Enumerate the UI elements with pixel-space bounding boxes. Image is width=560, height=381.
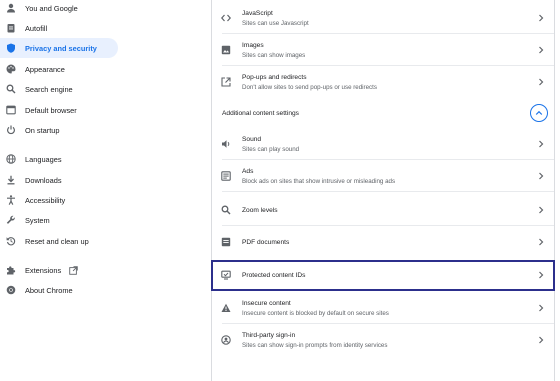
setting-row-javascript[interactable]: JavaScript Sites can use Javascript bbox=[212, 2, 554, 34]
sidebar-item-about-chrome[interactable]: About Chrome bbox=[0, 280, 118, 300]
settings-sidebar: You and Google Autofill Privacy and secu… bbox=[0, 0, 205, 381]
setting-row-pop-ups-and-redirects[interactable]: Pop-ups and redirects Don't allow sites … bbox=[212, 66, 554, 98]
pdf-icon bbox=[221, 237, 231, 247]
collapse-button[interactable] bbox=[530, 104, 548, 122]
chevron-right-icon bbox=[538, 304, 544, 312]
setting-subtitle: Insecure content is blocked by default o… bbox=[242, 310, 389, 317]
setting-row-third-party-sign-in[interactable]: Third-party sign-in Sites can show sign-… bbox=[212, 324, 554, 356]
zoom-icon bbox=[221, 205, 231, 215]
accessibility-icon bbox=[6, 195, 16, 205]
sidebar-item-search-engine[interactable]: Search engine bbox=[0, 79, 118, 99]
sidebar-item-downloads[interactable]: Downloads bbox=[0, 170, 118, 190]
sidebar-item-label: Downloads bbox=[25, 175, 62, 185]
sidebar-item-label: Extensions bbox=[25, 265, 62, 275]
setting-row-pdf-documents[interactable]: PDF documents bbox=[212, 226, 554, 258]
sidebar-item-on-startup[interactable]: On startup bbox=[0, 120, 118, 140]
chevron-right-icon bbox=[538, 140, 544, 148]
code-icon bbox=[221, 13, 231, 23]
sidebar-item-appearance[interactable]: Appearance bbox=[0, 59, 118, 79]
ads-icon bbox=[221, 171, 231, 181]
sidebar-item-label: Privacy and security bbox=[25, 43, 97, 53]
sidebar-item-label: About Chrome bbox=[25, 285, 73, 295]
sidebar-item-label: Autofill bbox=[25, 23, 48, 33]
chevron-right-icon bbox=[538, 172, 544, 180]
section-title: Additional content settings bbox=[222, 110, 299, 117]
setting-title: Ads bbox=[242, 168, 254, 175]
sidebar-item-label: Default browser bbox=[25, 105, 77, 115]
open-in-new-icon[interactable] bbox=[69, 266, 78, 275]
puzzle-icon bbox=[6, 265, 16, 275]
sidebar-item-default-browser[interactable]: Default browser bbox=[0, 100, 118, 120]
sidebar-item-label: Reset and clean up bbox=[25, 236, 89, 246]
setting-title: Protected content IDs bbox=[242, 272, 306, 279]
sidebar-item-you-and-google[interactable]: You and Google bbox=[0, 0, 118, 18]
setting-subtitle: Block ads on sites that show intrusive o… bbox=[242, 178, 396, 185]
chevron-up-icon bbox=[535, 110, 543, 115]
chevron-right-icon bbox=[538, 271, 544, 279]
sidebar-item-label: Languages bbox=[25, 154, 62, 164]
setting-title: Zoom levels bbox=[242, 207, 278, 214]
setting-row-images[interactable]: Images Sites can show images bbox=[212, 34, 554, 66]
chrome-icon bbox=[6, 285, 16, 295]
setting-title: Insecure content bbox=[242, 300, 291, 307]
setting-title: Third-party sign-in bbox=[242, 332, 296, 339]
setting-title: Sound bbox=[242, 136, 262, 143]
download-icon bbox=[6, 175, 16, 185]
reset-icon bbox=[6, 236, 16, 246]
chevron-right-icon bbox=[538, 14, 544, 22]
globe-icon bbox=[6, 154, 16, 164]
image-icon bbox=[221, 45, 231, 55]
setting-row-ads[interactable]: Ads Block ads on sites that show intrusi… bbox=[212, 160, 554, 192]
sidebar-item-extensions[interactable]: Extensions bbox=[0, 260, 118, 280]
setting-subtitle: Sites can use Javascript bbox=[242, 20, 309, 27]
sidebar-item-label: Search engine bbox=[25, 84, 73, 94]
popup-icon bbox=[221, 77, 231, 87]
setting-subtitle: Sites can show images bbox=[242, 52, 306, 59]
power-icon bbox=[6, 125, 16, 135]
search-icon bbox=[6, 84, 16, 94]
sidebar-item-accessibility[interactable]: Accessibility bbox=[0, 190, 118, 210]
setting-row-sound[interactable]: Sound Sites can play sound bbox=[212, 128, 554, 160]
setting-title: PDF documents bbox=[242, 239, 290, 246]
speaker-icon bbox=[221, 139, 231, 149]
sidebar-item-label: Appearance bbox=[25, 64, 65, 74]
setting-title: Images bbox=[242, 42, 264, 49]
sidebar-item-reset-and-clean-up[interactable]: Reset and clean up bbox=[0, 231, 118, 251]
setting-subtitle: Sites can show sign-in prompts from iden… bbox=[242, 342, 388, 349]
sidebar-item-label: On startup bbox=[25, 125, 60, 135]
sidebar-item-label: You and Google bbox=[25, 3, 78, 13]
sidebar-item-privacy-and-security[interactable]: Privacy and security bbox=[0, 38, 118, 58]
protected-content-icon bbox=[221, 270, 231, 280]
browser-icon bbox=[6, 105, 16, 115]
content-settings-card: JavaScript Sites can use Javascript Imag… bbox=[211, 0, 555, 381]
sidebar-item-label: System bbox=[25, 215, 50, 225]
palette-icon bbox=[6, 64, 16, 74]
clipboard-icon bbox=[6, 23, 16, 33]
sidebar-item-system[interactable]: System bbox=[0, 210, 118, 230]
chevron-right-icon bbox=[538, 238, 544, 246]
additional-content-settings-header[interactable]: Additional content settings bbox=[212, 100, 554, 128]
setting-title: Pop-ups and redirects bbox=[242, 74, 307, 81]
sidebar-item-label: Accessibility bbox=[25, 195, 66, 205]
shield-icon bbox=[6, 43, 16, 53]
person-icon bbox=[6, 3, 16, 13]
sidebar-item-languages[interactable]: Languages bbox=[0, 149, 118, 169]
sidebar-item-autofill[interactable]: Autofill bbox=[0, 18, 118, 38]
chevron-right-icon bbox=[538, 206, 544, 214]
chevron-right-icon bbox=[538, 78, 544, 86]
sign-in-icon bbox=[221, 335, 231, 345]
setting-subtitle: Don't allow sites to send pop-ups or use… bbox=[242, 84, 377, 91]
setting-title: JavaScript bbox=[242, 10, 273, 17]
setting-row-protected-content-ids[interactable]: Protected content IDs bbox=[212, 259, 554, 291]
setting-row-zoom-levels[interactable]: Zoom levels bbox=[212, 194, 554, 226]
row-divider bbox=[222, 191, 554, 192]
setting-row-insecure-content[interactable]: Insecure content Insecure content is blo… bbox=[212, 292, 554, 324]
chevron-right-icon bbox=[538, 336, 544, 344]
setting-subtitle: Sites can play sound bbox=[242, 146, 300, 153]
chevron-right-icon bbox=[538, 46, 544, 54]
wrench-icon bbox=[6, 215, 16, 225]
warning-icon bbox=[221, 303, 231, 313]
